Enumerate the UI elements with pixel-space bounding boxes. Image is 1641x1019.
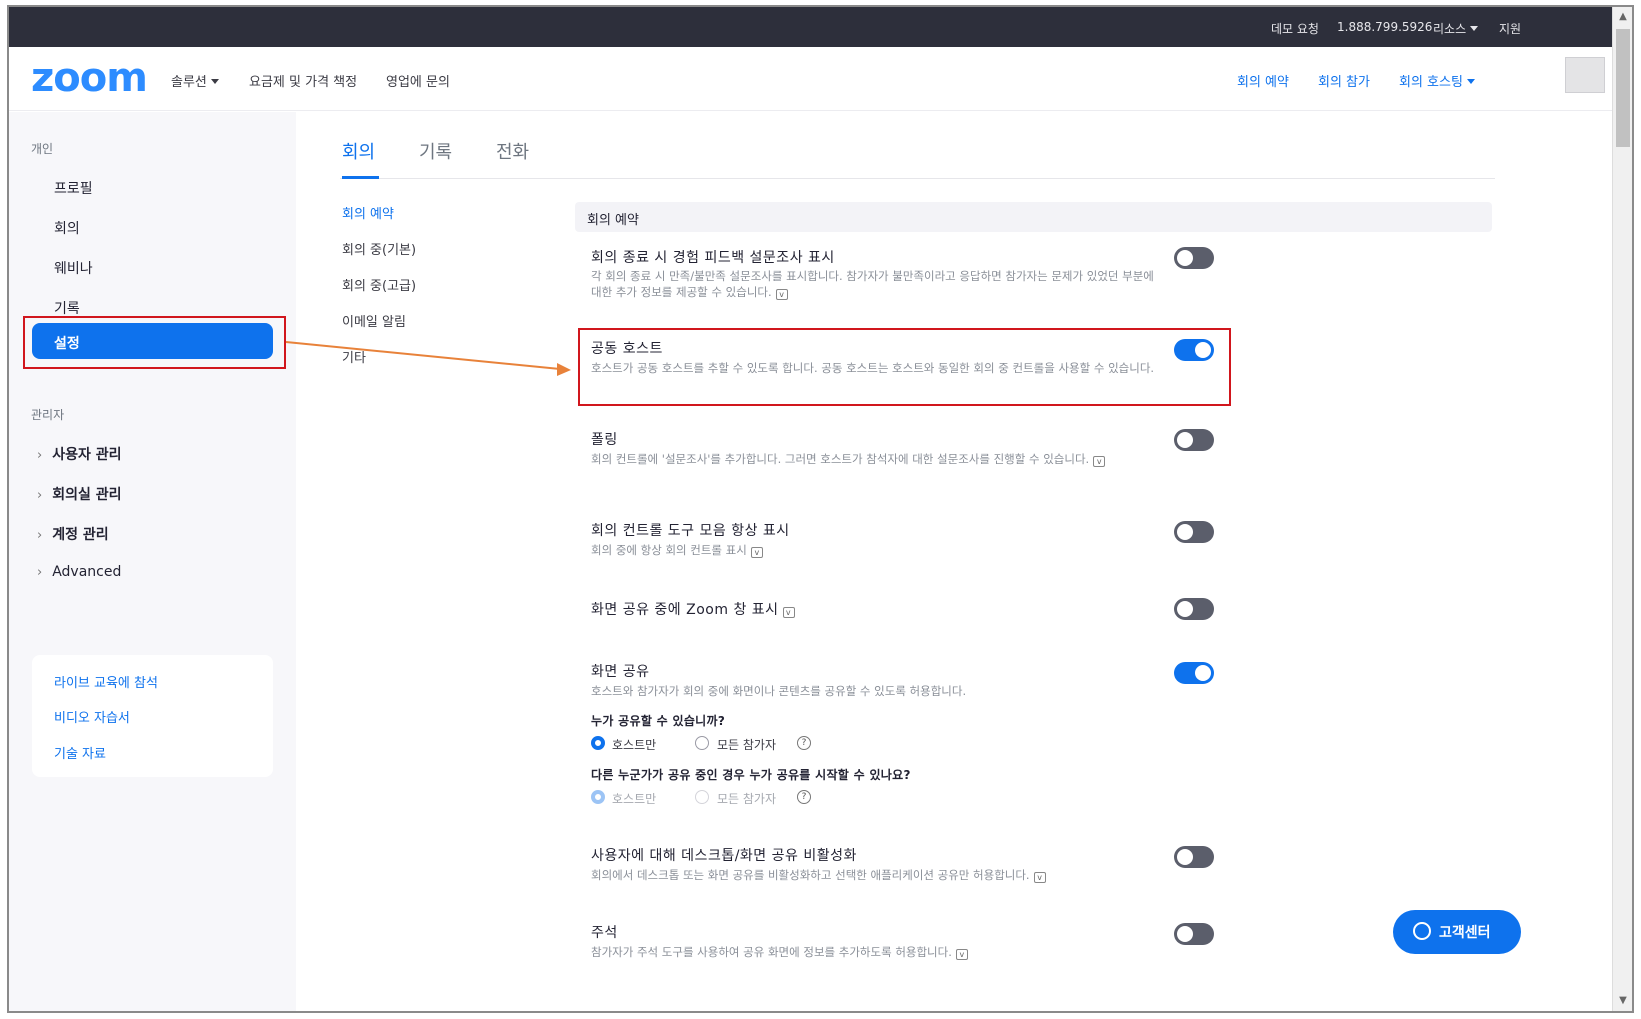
- help-center-label: 고객센터: [1439, 925, 1491, 941]
- scroll-thumb[interactable]: [1616, 29, 1630, 147]
- annotation-arrow: [285, 341, 571, 376]
- scrollbar[interactable]: ▲ ▼: [1612, 7, 1632, 1011]
- scroll-up-icon[interactable]: ▲: [1613, 7, 1632, 27]
- chat-bubble-icon: [1413, 922, 1431, 940]
- help-center-button[interactable]: 고객센터: [1393, 910, 1521, 954]
- scroll-down-icon[interactable]: ▼: [1613, 991, 1632, 1011]
- browser-frame: 데모 요청 1.888.799.5926 리소스 지원 zoom 솔루션 요금제…: [7, 5, 1634, 1013]
